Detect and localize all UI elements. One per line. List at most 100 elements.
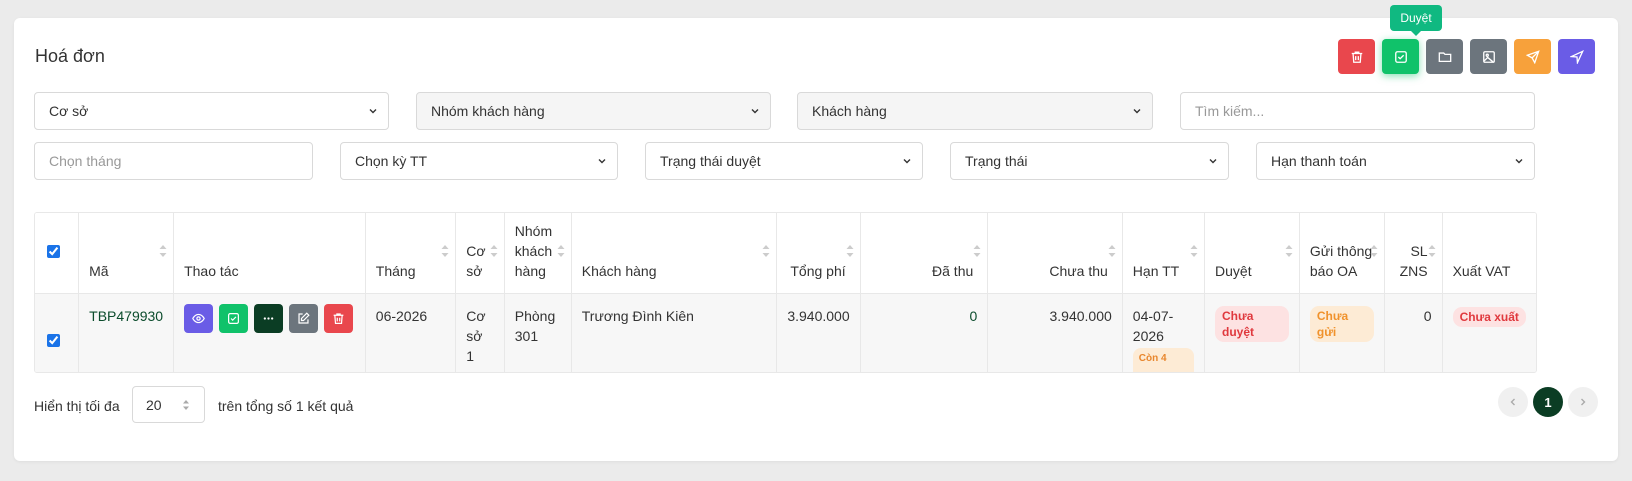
col-co-so-label: Cơ sở xyxy=(466,242,486,279)
trang-thai-select-value: Trạng thái xyxy=(965,153,1028,169)
sort-icon xyxy=(846,245,854,257)
col-xuat-vat[interactable]: Xuất VAT xyxy=(1442,213,1536,293)
select-all-checkbox[interactable] xyxy=(47,244,60,258)
col-han-tt-label: Hạn TT xyxy=(1132,262,1180,279)
table-row: TBP479930 06-2026 Cơ sở 1 Phòng 301 Trươ… xyxy=(35,292,1536,372)
month-picker[interactable]: Chọn tháng xyxy=(34,142,313,180)
cell-duyet: Chưa duyệt xyxy=(1204,292,1300,372)
co-so-select-value: Cơ sở xyxy=(49,103,89,119)
invoice-card: Hoá đơn Duyệt Cơ sở Nhóm khách hàng Khác… xyxy=(14,5,1618,461)
khach-hang-select[interactable]: Khách hàng xyxy=(797,92,1153,130)
folder-icon xyxy=(1438,51,1451,62)
sort-icon xyxy=(762,245,770,257)
col-chua-thu-label: Chưa thu xyxy=(1049,262,1108,279)
col-thang[interactable]: Tháng xyxy=(365,213,457,293)
vat-status-badge: Chưa xuất xyxy=(1452,306,1526,327)
pagination: 1 xyxy=(1498,387,1598,417)
col-thang-label: Tháng xyxy=(375,262,416,279)
eye-icon xyxy=(192,313,205,323)
navigation-button[interactable] xyxy=(1558,39,1595,74)
han-thanh-toan-select-value: Hạn thanh toán xyxy=(1271,153,1367,169)
delete-selected-button[interactable] xyxy=(1338,39,1375,74)
due-date: 04-07-2026 xyxy=(1132,307,1174,344)
col-gui-tb[interactable]: Gửi thông báo OA xyxy=(1299,213,1385,293)
edit-button[interactable] xyxy=(289,303,319,333)
edit-icon xyxy=(298,311,310,324)
page-title: Hoá đơn xyxy=(35,46,105,66)
notify-status-badge: Chưa gửi xyxy=(1309,305,1374,342)
ky-tt-select-value: Chọn kỳ TT xyxy=(355,153,428,169)
nhom-khach-hang-select[interactable]: Nhóm khách hàng xyxy=(416,92,771,130)
delete-button[interactable] xyxy=(324,303,354,333)
cell-nhom-kh: Phòng 301 xyxy=(504,292,572,372)
cell-han-tt: 04-07-2026 Còn 4 ngày xyxy=(1122,292,1206,372)
sort-icon xyxy=(159,245,167,257)
han-thanh-toan-select[interactable]: Hạn thanh toán xyxy=(1256,142,1535,180)
row-checkbox[interactable] xyxy=(47,333,60,347)
toolbar-actions xyxy=(1338,39,1595,74)
col-da-thu-label: Đã thu xyxy=(932,262,974,279)
image-button[interactable] xyxy=(1470,39,1507,74)
search-input[interactable]: Tìm kiếm... xyxy=(1180,92,1535,130)
cell-khach-hang: Trương Đình Kiên xyxy=(571,292,778,372)
page-size-value: 20 xyxy=(146,396,162,413)
co-so-select[interactable]: Cơ sở xyxy=(34,92,389,130)
approval-status-badge: Chưa duyệt xyxy=(1215,305,1289,342)
col-duyet[interactable]: Duyệt xyxy=(1204,213,1300,293)
row-select-cell xyxy=(35,292,80,372)
trang-thai-select[interactable]: Trạng thái xyxy=(950,142,1229,180)
more-horizontal-icon xyxy=(263,316,274,320)
chevron-down-icon xyxy=(903,159,911,164)
check-square-icon xyxy=(1394,50,1407,63)
cell-da-thu: 0 xyxy=(860,292,989,372)
page-size-label: Hiển thị tối đa xyxy=(34,398,120,414)
col-sl-zns-label: SL ZNS xyxy=(1399,242,1428,279)
sort-icon xyxy=(1108,245,1116,257)
trang-thai-duyet-select[interactable]: Trạng thái duyệt xyxy=(645,142,923,180)
send-icon xyxy=(1525,49,1540,64)
col-khach-hang[interactable]: Khách hàng xyxy=(571,213,778,293)
trang-thai-duyet-select-value: Trạng thái duyệt xyxy=(660,153,761,169)
col-han-tt[interactable]: Hạn TT xyxy=(1122,213,1206,293)
col-ma[interactable]: Mã xyxy=(78,213,175,293)
more-button[interactable] xyxy=(254,303,284,333)
select-all-cell xyxy=(35,213,80,293)
col-xuat-vat-label: Xuất VAT xyxy=(1452,262,1511,279)
page-size-select[interactable]: 20 xyxy=(132,386,205,423)
col-da-thu[interactable]: Đã thu xyxy=(860,213,989,293)
col-tong-phi[interactable]: Tổng phí xyxy=(776,213,861,293)
row-actions xyxy=(184,303,355,333)
days-left-badge: Còn 4 ngày xyxy=(1132,347,1195,372)
page-1-button[interactable]: 1 xyxy=(1533,387,1563,417)
navigation-icon xyxy=(1569,49,1584,64)
col-chua-thu[interactable]: Chưa thu xyxy=(987,213,1123,293)
ky-tt-select[interactable]: Chọn kỳ TT xyxy=(340,142,618,180)
trash-icon xyxy=(333,312,344,324)
trash-icon xyxy=(1351,51,1362,63)
approve-tooltip: Duyệt xyxy=(1390,5,1442,36)
send-button[interactable] xyxy=(1514,39,1551,74)
next-page-button[interactable] xyxy=(1568,387,1598,417)
approve-button[interactable] xyxy=(219,303,249,333)
sort-icon xyxy=(973,245,981,257)
col-thao-tac: Thao tác xyxy=(173,213,366,293)
sort-icon xyxy=(1370,245,1377,257)
col-co-so[interactable]: Cơ sở xyxy=(455,213,505,293)
col-duyet-label: Duyệt xyxy=(1215,262,1252,279)
approve-selected-button[interactable] xyxy=(1382,39,1419,74)
table-header-row: Mã Thao tác Tháng Cơ sở Nhóm khách hàng … xyxy=(35,213,1536,293)
sort-icon xyxy=(1285,245,1293,257)
folder-button[interactable] xyxy=(1426,39,1463,74)
invoice-code-link[interactable]: TBP479930 xyxy=(89,308,163,324)
chevron-down-icon xyxy=(1209,159,1217,164)
cell-thang: 06-2026 xyxy=(365,292,457,372)
col-khach-hang-label: Khách hàng xyxy=(581,262,657,279)
sort-icon xyxy=(1428,245,1436,257)
chevron-down-icon xyxy=(1515,159,1523,164)
col-nhom-kh[interactable]: Nhóm khách hàng xyxy=(504,213,572,293)
prev-page-button[interactable] xyxy=(1498,387,1528,417)
col-sl-zns[interactable]: SL ZNS xyxy=(1384,213,1443,293)
cell-xuat-vat: Chưa xuất xyxy=(1442,292,1536,372)
check-square-icon xyxy=(228,312,240,324)
view-button[interactable] xyxy=(184,303,214,333)
